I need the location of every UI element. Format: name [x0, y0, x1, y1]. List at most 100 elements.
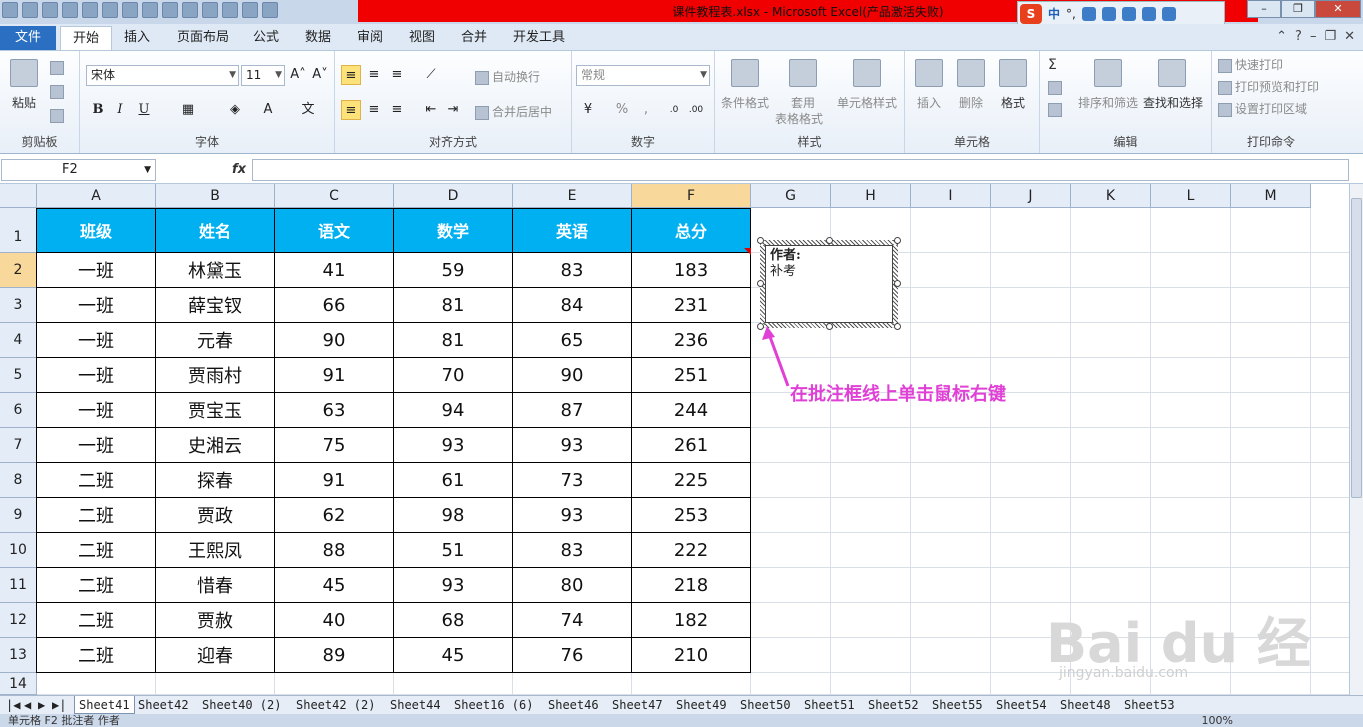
sheet-tab[interactable]: Sheet50: [740, 696, 791, 714]
shrink-font-button[interactable]: A˅: [310, 65, 330, 85]
header-cell[interactable]: 英语: [513, 208, 632, 253]
table-cell[interactable]: 62: [275, 498, 394, 533]
table-cell[interactable]: 183: [632, 253, 751, 288]
name-box[interactable]: F2 ▼: [1, 159, 156, 181]
align-middle-icon[interactable]: ≡: [364, 65, 384, 85]
table-cell[interactable]: 218: [632, 568, 751, 603]
row-header-2[interactable]: 2: [0, 253, 37, 288]
function-icon[interactable]: [162, 2, 178, 18]
table-cell[interactable]: 81: [394, 323, 513, 358]
row-header-3[interactable]: 3: [0, 288, 37, 323]
table-cell[interactable]: 65: [513, 323, 632, 358]
format-cells-button[interactable]: 格式: [1001, 94, 1025, 111]
table-cell[interactable]: 薛宝钗: [156, 288, 275, 323]
italic-button[interactable]: I: [110, 100, 130, 120]
table-cell[interactable]: 一班: [37, 323, 156, 358]
close-icon[interactable]: ✕: [1315, 0, 1361, 18]
table-cell[interactable]: 253: [632, 498, 751, 533]
sheet-tab[interactable]: Sheet48: [1060, 696, 1111, 714]
table-cell[interactable]: 81: [394, 288, 513, 323]
table-cell[interactable]: 二班: [37, 568, 156, 603]
sheet-tab[interactable]: Sheet42 (2): [296, 696, 375, 714]
row-header-11[interactable]: 11: [0, 568, 37, 603]
table-cell[interactable]: 222: [632, 533, 751, 568]
last-sheet-icon[interactable]: ▶|: [52, 696, 66, 714]
close-doc-icon[interactable]: ✕: [1344, 29, 1355, 44]
table-cell[interactable]: 史湘云: [156, 428, 275, 463]
table-cell[interactable]: 贾雨村: [156, 358, 275, 393]
sort-filter-button[interactable]: 排序和筛选: [1078, 94, 1138, 111]
redo-icon[interactable]: [62, 2, 78, 18]
formula-input[interactable]: [252, 159, 1349, 181]
ime-language[interactable]: 中: [1048, 5, 1060, 22]
sheet-tab[interactable]: Sheet16 (6): [454, 696, 533, 714]
column-header-f[interactable]: F: [632, 184, 751, 208]
table-cell[interactable]: 一班: [37, 288, 156, 323]
sheet-tab[interactable]: Sheet42: [138, 696, 189, 714]
table-cell[interactable]: 41: [275, 253, 394, 288]
header-cell[interactable]: 语文: [275, 208, 394, 253]
align-left-icon[interactable]: ≡: [341, 100, 361, 120]
emoji-icon[interactable]: [1081, 6, 1096, 21]
chart-icon[interactable]: [222, 2, 238, 18]
row-header-1[interactable]: 1: [0, 208, 37, 253]
comma-button[interactable]: ,: [636, 100, 656, 120]
row-header-14[interactable]: 14: [0, 673, 37, 695]
row-header-6[interactable]: 6: [0, 393, 37, 428]
conditional-format-button[interactable]: 条件格式: [721, 94, 769, 111]
spell-icon[interactable]: [122, 2, 138, 18]
font-name-select[interactable]: 宋体 ▼: [86, 65, 239, 86]
undo-icon[interactable]: [42, 2, 58, 18]
table-cell[interactable]: 93: [513, 498, 632, 533]
table-cell[interactable]: 90: [513, 358, 632, 393]
prev-sheet-icon[interactable]: ◀: [24, 696, 31, 714]
tab-page-layout[interactable]: 页面布局: [177, 26, 229, 50]
table-cell[interactable]: 91: [275, 358, 394, 393]
comment-indicator[interactable]: [744, 248, 751, 255]
cut-icon[interactable]: [50, 61, 64, 75]
table-cell[interactable]: 63: [275, 393, 394, 428]
quick-print-button[interactable]: 快速打印: [1218, 56, 1283, 73]
table-cell[interactable]: 61: [394, 463, 513, 498]
resize-handle[interactable]: [826, 237, 833, 244]
number-format-select[interactable]: 常规 ▼: [576, 65, 710, 86]
sheet-tab[interactable]: Sheet44: [390, 696, 441, 714]
sheet-tab[interactable]: Sheet55: [932, 696, 983, 714]
table-cell[interactable]: 80: [513, 568, 632, 603]
cell-styles-button[interactable]: 单元格样式: [837, 94, 897, 111]
insert-function-button[interactable]: fx: [232, 162, 246, 177]
form-icon[interactable]: [182, 2, 198, 18]
sheet-tab[interactable]: Sheet46: [548, 696, 599, 714]
column-header-k[interactable]: K: [1071, 184, 1151, 208]
table-cell[interactable]: 98: [394, 498, 513, 533]
header-cell[interactable]: 班级: [37, 208, 156, 253]
format-cells-icon[interactable]: [999, 59, 1027, 87]
table-cell[interactable]: 91: [275, 463, 394, 498]
table-cell[interactable]: 二班: [37, 638, 156, 673]
format-painter-icon[interactable]: [50, 109, 64, 123]
table-cell[interactable]: 探春: [156, 463, 275, 498]
table-cell[interactable]: 王熙凤: [156, 533, 275, 568]
percent-button[interactable]: %: [612, 100, 632, 120]
table-cell[interactable]: 二班: [37, 498, 156, 533]
worksheet-grid[interactable]: ABCDEFGHIJKLM 1 2 3 4 5 6 7 8 9 10 11 12 13 14 班级 姓名 语文…: [0, 184, 1349, 695]
row-header-10[interactable]: 10: [0, 533, 37, 568]
cell-styles-icon[interactable]: [853, 59, 881, 87]
camera-icon[interactable]: [202, 2, 218, 18]
bold-button[interactable]: B: [88, 100, 108, 120]
table-cell[interactable]: 88: [275, 533, 394, 568]
sheet-tab[interactable]: Sheet52: [868, 696, 919, 714]
table-cell[interactable]: 182: [632, 603, 751, 638]
tab-merge[interactable]: 合并: [461, 26, 487, 50]
preview-icon[interactable]: [102, 2, 118, 18]
mic-icon[interactable]: [1101, 6, 1116, 21]
table-cell[interactable]: 68: [394, 603, 513, 638]
select-all-corner[interactable]: [0, 184, 37, 208]
insert-cells-button[interactable]: 插入: [917, 94, 941, 111]
table-format-button-line1[interactable]: 套用: [791, 94, 815, 111]
fill-color-icon[interactable]: ◈: [225, 100, 245, 120]
row-header-7[interactable]: 7: [0, 428, 37, 463]
resize-handle[interactable]: [894, 237, 901, 244]
sort-icon[interactable]: [142, 2, 158, 18]
table-cell[interactable]: 二班: [37, 533, 156, 568]
